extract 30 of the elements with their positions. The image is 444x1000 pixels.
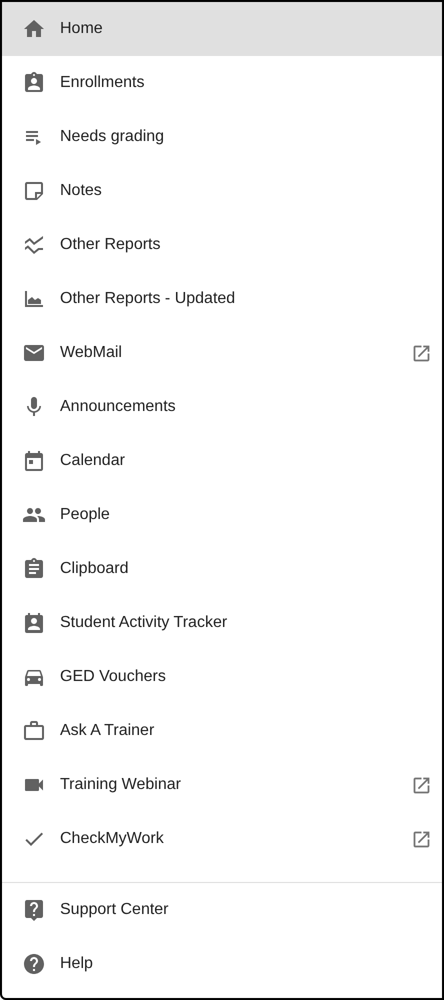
clipboard-person-icon [22, 71, 46, 95]
menu-item[interactable]: Support Center [2, 883, 442, 937]
menu-item[interactable]: Notes [2, 164, 442, 218]
menu-item[interactable]: Home [2, 2, 442, 56]
menu-item[interactable]: Other Reports - Updated [2, 272, 442, 326]
note-icon [22, 179, 46, 203]
menu-item[interactable]: Needs grading [2, 110, 442, 164]
menu-item[interactable]: Help [2, 937, 442, 991]
menu-item[interactable]: WebMail [2, 326, 442, 380]
help-icon [22, 952, 46, 976]
menu-item[interactable]: Training Webinar [2, 758, 442, 812]
menu-item[interactable]: Enrollments [2, 56, 442, 110]
contact-calendar-icon [22, 611, 46, 635]
menu-item[interactable]: Announcements [2, 380, 442, 434]
clipboard-icon [22, 557, 46, 581]
calendar-icon [22, 449, 46, 473]
menu-item[interactable]: Student Activity Tracker [2, 596, 442, 650]
open-external-icon[interactable] [411, 342, 432, 364]
trend-lines-icon [22, 233, 46, 257]
menu-item[interactable]: Calendar [2, 434, 442, 488]
menu-item[interactable]: CheckMyWork [2, 812, 442, 866]
menu-item[interactable]: People [2, 488, 442, 542]
question-bubble-icon [22, 898, 46, 922]
menu-item[interactable]: GED Vouchers [2, 650, 442, 704]
open-external-icon[interactable] [411, 828, 432, 850]
briefcase-icon [22, 719, 46, 743]
menu-item[interactable]: Clipboard [2, 542, 442, 596]
menu-item[interactable]: Ask A Trainer [2, 704, 442, 758]
menu-item[interactable]: Other Reports [2, 218, 442, 272]
open-external-icon[interactable] [411, 774, 432, 796]
